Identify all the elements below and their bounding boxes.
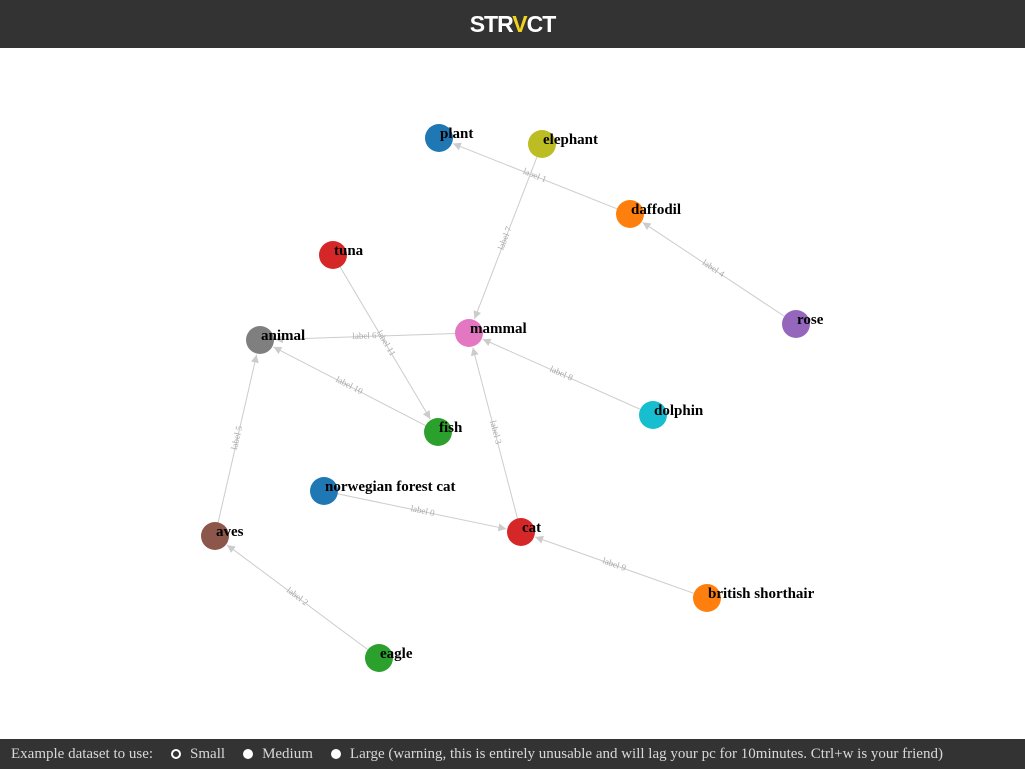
radio-medium[interactable] — [243, 749, 254, 759]
edge-label: label 5 — [229, 424, 244, 450]
node-label: tuna — [334, 243, 364, 259]
node-label: daffodil — [631, 202, 681, 218]
graph-node-fish[interactable]: fish — [424, 418, 463, 446]
graph-node-daffodil[interactable]: daffodil — [616, 200, 681, 228]
graph-node-aves[interactable]: aves — [201, 522, 244, 550]
logo-accent: V — [512, 10, 527, 37]
app-header: STRVCT — [0, 0, 1025, 48]
dataset-option-large[interactable]: Large (warning, this is entirely unusabl… — [330, 745, 943, 763]
graph-node-tuna[interactable]: tuna — [319, 241, 364, 269]
edge-label: label 3 — [488, 419, 504, 445]
graph-node-animal[interactable]: animal — [246, 326, 305, 354]
dataset-option-label: Small — [190, 745, 226, 762]
node-label: plant — [440, 126, 473, 142]
logo-suffix: CT — [526, 10, 557, 37]
edge-label: label 11 — [375, 328, 398, 358]
radio-large[interactable] — [330, 749, 341, 759]
edge-label: label 0 — [410, 503, 436, 518]
node-label: elephant — [543, 132, 598, 148]
dataset-selector: Example dataset to use: Small Medium Lar… — [0, 739, 1025, 769]
dataset-prompt: Example dataset to use: — [11, 745, 154, 762]
graph-node-elephant[interactable]: elephant — [528, 130, 598, 158]
graph-canvas[interactable]: label 0label 1label 2label 3label 4label… — [0, 48, 1025, 738]
edge-label: label 9 — [601, 555, 628, 573]
node-label: mammal — [470, 321, 527, 337]
logo-prefix: STR — [469, 10, 514, 37]
graph-node-british_shorthair[interactable]: british shorthair — [693, 584, 815, 612]
node-label: norwegian forest cat — [325, 479, 456, 495]
edge-label: label 1 — [522, 166, 548, 184]
edge-label: label 6 — [352, 330, 377, 341]
dataset-option-label: Medium — [262, 745, 313, 762]
graph-node-cat[interactable]: cat — [507, 518, 541, 546]
dataset-option-label: Large (warning, this is entirely unusabl… — [349, 745, 943, 762]
graph-node-dolphin[interactable]: dolphin — [639, 401, 704, 429]
dataset-option-medium[interactable]: Medium — [243, 746, 313, 763]
dataset-option-small[interactable]: Small — [171, 746, 225, 763]
node-label: cat — [522, 520, 541, 536]
node-label: animal — [261, 328, 305, 344]
graph-node-rose[interactable]: rose — [782, 310, 824, 338]
edge-label: label 8 — [548, 364, 575, 383]
graph-node-plant[interactable]: plant — [425, 124, 473, 152]
app-logo: STRVCT — [469, 10, 557, 38]
node-label: british shorthair — [708, 586, 815, 602]
radio-small[interactable] — [171, 749, 182, 759]
graph-node-norwegian_forest_cat[interactable]: norwegian forest cat — [310, 477, 456, 505]
node-label: aves — [216, 524, 244, 540]
node-label: dolphin — [654, 403, 704, 419]
edge-label: label 7 — [496, 225, 514, 252]
node-label: fish — [439, 420, 463, 436]
edge-label: label 2 — [285, 585, 310, 607]
edge-label: label 10 — [334, 374, 365, 396]
edges-layer: label 0label 1label 2label 3label 4label… — [217, 142, 785, 651]
graph-node-eagle[interactable]: eagle — [365, 644, 413, 672]
node-label: rose — [797, 312, 824, 328]
node-label: eagle — [380, 646, 413, 662]
